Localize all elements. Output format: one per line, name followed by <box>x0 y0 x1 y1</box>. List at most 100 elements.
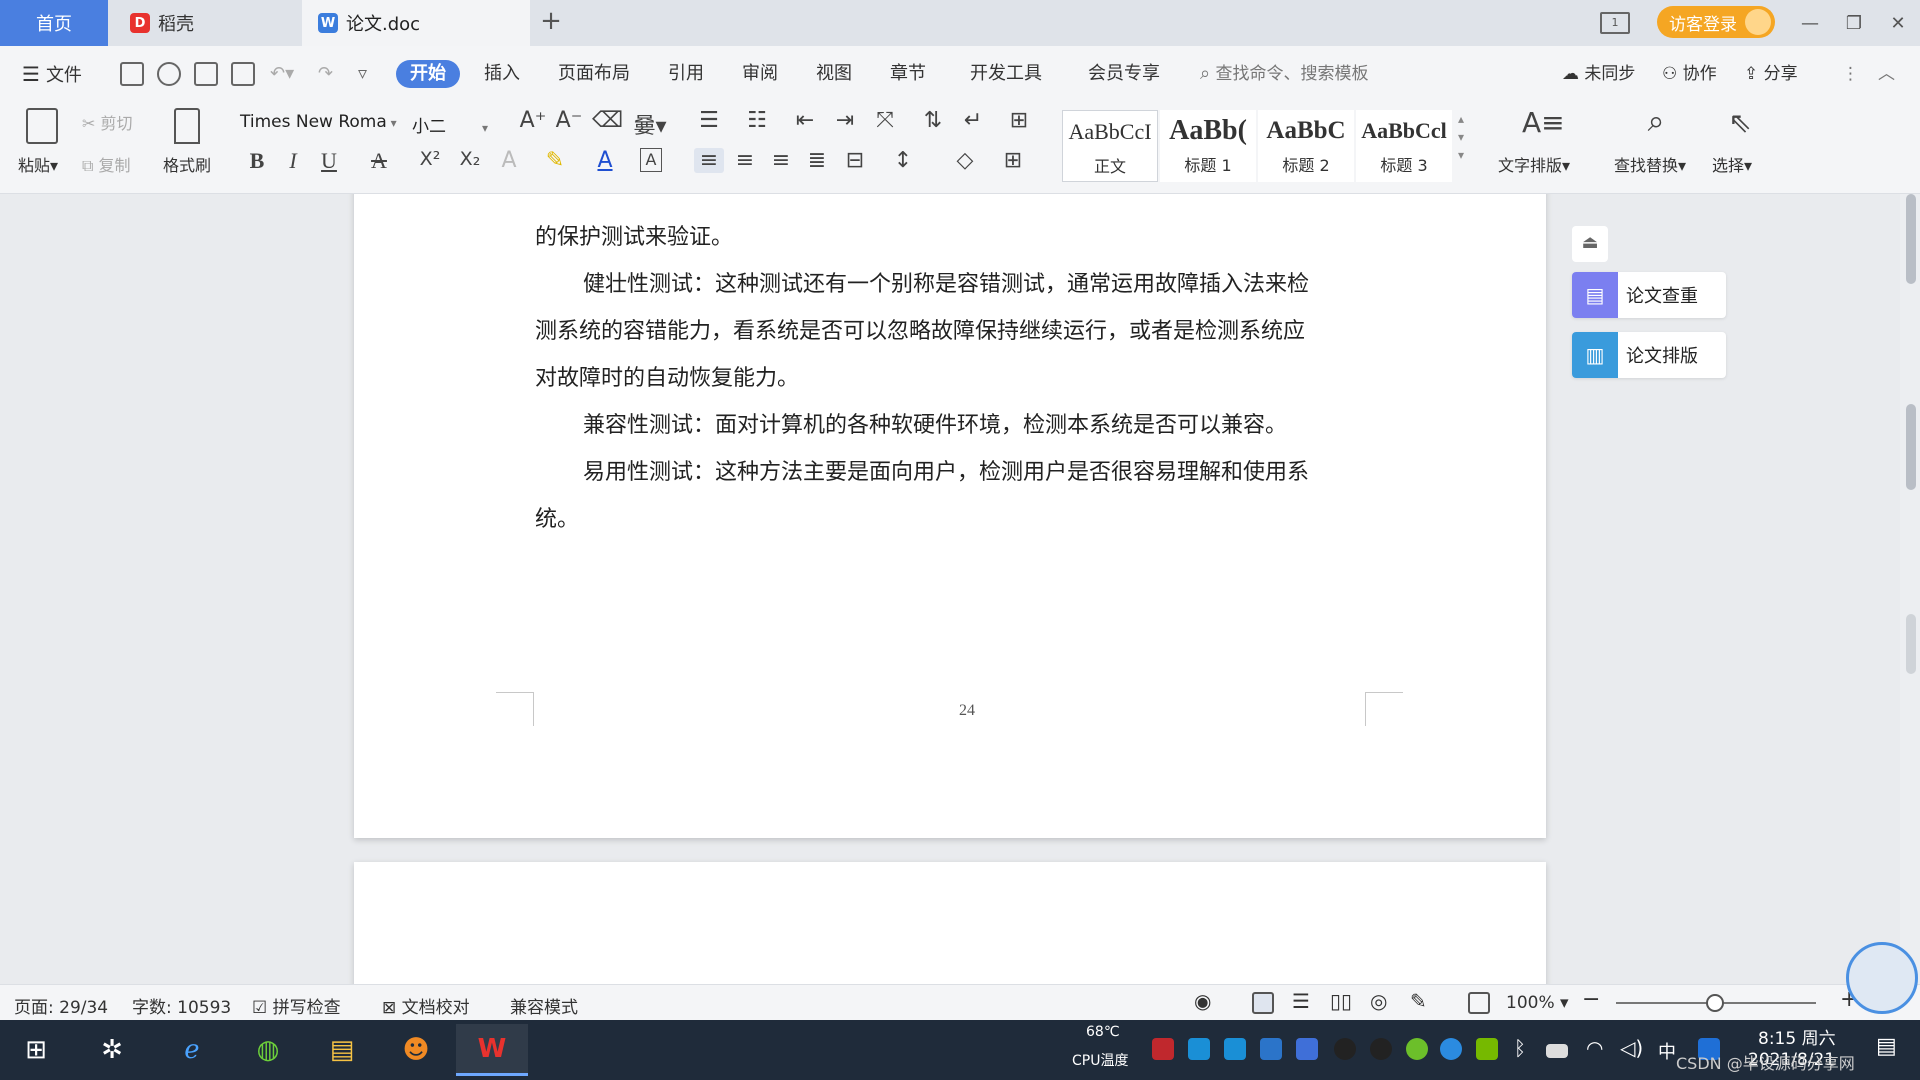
line-spacing-icon[interactable]: ↕ <box>888 148 918 173</box>
vertical-scrollbar[interactable] <box>1900 194 1920 984</box>
underline-button[interactable]: U <box>314 148 344 174</box>
save-icon[interactable] <box>120 62 144 86</box>
guest-login-button[interactable]: 访客登录 <box>1657 6 1775 38</box>
tab-home[interactable]: 首页 <box>0 0 108 46</box>
paper-check-button[interactable]: ▤ 论文查重 <box>1572 272 1726 318</box>
paste-button[interactable]: 粘贴▾ <box>18 152 58 176</box>
text-layout-icon[interactable]: A≡ <box>1522 106 1565 139</box>
paste-icon[interactable] <box>26 108 58 144</box>
highlight-icon[interactable]: ✎ <box>540 148 570 173</box>
collaborate-button[interactable]: ⚇ 协作 <box>1662 60 1717 88</box>
zoom-slider-handle[interactable] <box>1706 994 1724 1012</box>
menu-review[interactable]: 审阅 <box>742 60 778 88</box>
paper-layout-button[interactable]: ▥ 论文排版 <box>1572 332 1726 378</box>
align-center-icon[interactable]: ≡ <box>730 148 760 173</box>
zoom-select[interactable]: 100% ▾ <box>1506 993 1569 1013</box>
menu-insert[interactable]: 插入 <box>484 60 520 88</box>
format-painter-button[interactable]: 格式刷 <box>163 152 211 176</box>
web-view-icon[interactable]: ◎ <box>1370 989 1387 1013</box>
media-app-icon[interactable]: ☻ <box>380 1024 452 1076</box>
volume-icon[interactable]: ◁) <box>1620 1036 1643 1060</box>
spell-check-button[interactable]: ☑ 拼写检查 <box>252 993 341 1018</box>
magnifier-icon[interactable]: ⌕ <box>1636 104 1676 139</box>
security-shield-icon[interactable] <box>1296 1038 1318 1060</box>
bluetooth-icon[interactable]: ᛒ <box>1514 1036 1526 1060</box>
reading-view-icon[interactable]: ▯▯ <box>1330 989 1352 1013</box>
write-mode-icon[interactable]: ✎ <box>1410 989 1427 1013</box>
select-button[interactable]: 选择▾ <box>1712 152 1752 176</box>
menu-page-layout[interactable]: 页面布局 <box>558 60 630 88</box>
superscript-button[interactable]: X² <box>412 148 448 170</box>
page-view-icon[interactable] <box>1252 992 1274 1014</box>
text-layout-button[interactable]: 文字排版▾ <box>1498 152 1570 176</box>
assistant-avatar-icon[interactable] <box>1846 942 1918 1014</box>
undo-icon[interactable]: ↶▾ <box>270 60 294 88</box>
shading-icon[interactable]: ◇ <box>950 148 980 173</box>
qq-icon[interactable] <box>1334 1038 1356 1060</box>
file-menu[interactable]: ☰ 文件 <box>22 60 82 88</box>
italic-button[interactable]: I <box>278 148 308 174</box>
distributed-align-icon[interactable]: ⊟ <box>840 148 870 173</box>
tab-document[interactable]: W 论文.doc <box>302 0 530 46</box>
collapse-ribbon-icon[interactable]: ︿ <box>1878 60 1895 88</box>
cut-button[interactable]: ✂ 剪切 <box>82 110 133 134</box>
pinwheel-app-icon[interactable]: ✲ <box>76 1024 148 1076</box>
subscript-button[interactable]: X₂ <box>452 148 488 170</box>
format-painter-icon[interactable] <box>174 108 200 144</box>
windows-start-icon[interactable]: ⊞ <box>0 1024 72 1076</box>
restore-icon[interactable]: ❐ <box>1832 0 1876 46</box>
scrollbar-top-segment[interactable] <box>1906 194 1916 284</box>
show-marks-icon[interactable]: ↵ <box>958 108 988 133</box>
tray-app-icon[interactable] <box>1224 1038 1246 1060</box>
menu-chapter[interactable]: 章节 <box>890 60 926 88</box>
menu-member[interactable]: 会员专享 <box>1088 60 1160 88</box>
tab-stops-icon[interactable]: ⊞ <box>1004 108 1034 133</box>
bold-button[interactable]: B <box>242 148 272 174</box>
ime-indicator[interactable]: 中 <box>1658 1038 1676 1064</box>
outline-view-icon[interactable]: ☰ <box>1292 989 1310 1013</box>
menu-developer[interactable]: 开发工具 <box>970 60 1042 88</box>
export-pdf-icon[interactable] <box>157 62 181 86</box>
document-page-next[interactable] <box>354 862 1546 984</box>
align-left-icon[interactable]: ≡ <box>694 148 724 173</box>
character-border-icon[interactable]: A <box>640 148 662 172</box>
minimize-icon[interactable]: — <box>1788 0 1832 46</box>
style-heading-1[interactable]: AaBb( 标题 1 <box>1160 110 1256 182</box>
zoom-out-icon[interactable]: − <box>1582 987 1600 1012</box>
battery-icon[interactable] <box>1546 1044 1568 1058</box>
cursor-select-icon[interactable]: ⇖ <box>1722 106 1758 139</box>
sort-icon[interactable]: ⇅ <box>918 108 948 133</box>
phonetic-guide-icon[interactable]: 嘦▾ <box>630 108 670 140</box>
wps-office-icon[interactable]: W <box>456 1024 528 1076</box>
share-button[interactable]: ⇪ 分享 <box>1744 60 1798 88</box>
menu-start[interactable]: 开始 <box>396 60 460 88</box>
increase-indent-icon[interactable]: ⇥ <box>830 108 860 133</box>
redo-icon[interactable]: ↷ <box>318 60 333 88</box>
qq-icon[interactable] <box>1370 1038 1392 1060</box>
print-preview-icon[interactable] <box>231 62 255 86</box>
copy-button[interactable]: ⧉ 复制 <box>82 152 131 176</box>
ie-browser-icon[interactable]: ℯ <box>156 1024 228 1076</box>
menu-references[interactable]: 引用 <box>668 60 704 88</box>
nvidia-icon[interactable] <box>1476 1038 1498 1060</box>
menu-view[interactable]: 视图 <box>816 60 852 88</box>
tray-app-icon[interactable] <box>1406 1038 1428 1060</box>
tray-app-icon[interactable] <box>1260 1038 1282 1060</box>
grow-font-icon[interactable]: A⁺ <box>518 108 548 133</box>
tray-app-icon[interactable] <box>1152 1038 1174 1060</box>
eye-protection-icon[interactable]: ◉ <box>1194 989 1211 1013</box>
file-explorer-icon[interactable]: ▤ <box>306 1024 378 1076</box>
collapse-panel-icon[interactable]: ⏏ <box>1572 226 1608 262</box>
scrollbar-marker[interactable] <box>1906 614 1916 674</box>
page-indicator[interactable]: 页面: 29/34 <box>14 993 108 1018</box>
find-replace-button[interactable]: 查找替换▾ <box>1614 152 1686 176</box>
font-name-select[interactable]: Times New Roma ▾ <box>240 112 410 138</box>
font-size-select[interactable]: 小二 ▾ <box>412 112 508 138</box>
clear-format-icon[interactable]: ⌫ <box>592 108 623 133</box>
close-icon[interactable]: ✕ <box>1876 0 1920 46</box>
notification-icon[interactable]: ▤ <box>1876 1034 1897 1059</box>
shrink-font-icon[interactable]: A⁻ <box>554 108 584 133</box>
fit-page-icon[interactable] <box>1468 992 1490 1014</box>
font-color-icon[interactable]: A <box>590 148 620 173</box>
styles-scroll-icon[interactable]: ▴ ▾ ▾ <box>1458 110 1464 164</box>
